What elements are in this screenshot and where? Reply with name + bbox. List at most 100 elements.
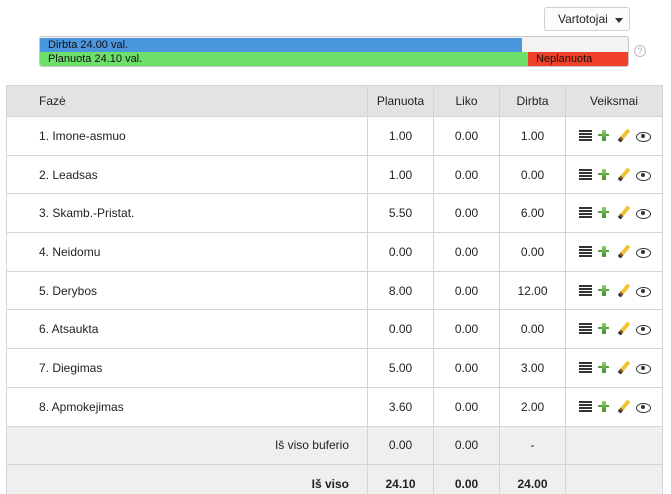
left-hours-cell: 0.00	[433, 232, 500, 272]
users-dropdown-label: Vartotojai	[558, 12, 608, 26]
worked-hours-cell: 0.00	[499, 232, 566, 272]
tree-icon[interactable]	[597, 322, 611, 336]
pencil-icon[interactable]	[616, 245, 630, 259]
left-hours-cell: 0.00	[433, 116, 500, 156]
table-header-row: Fazė Planuota Liko Dirbta Veiksmai	[6, 85, 663, 117]
phase-name-cell: 6. Atsaukta	[6, 309, 368, 350]
left-hours-cell: 0.00	[433, 386, 500, 427]
tree-icon[interactable]	[597, 245, 611, 259]
left-hours-cell: 0.00	[433, 193, 500, 234]
buffer-actions-empty	[565, 425, 663, 466]
column-header-phase[interactable]: Fazė	[6, 85, 368, 117]
list-icon[interactable]	[578, 361, 592, 375]
row-actions-cell	[565, 193, 663, 234]
buffer-total-label: Iš viso buferio	[6, 425, 368, 466]
phase-name-cell: 7. Diegimas	[6, 348, 368, 388]
table-row: 6. Atsaukta 0.00 0.00 0.00	[6, 309, 663, 350]
worked-hours-cell: 0.00	[499, 309, 566, 350]
help-icon[interactable]: ?	[634, 45, 646, 57]
row-actions-cell	[565, 154, 663, 195]
left-hours-cell: 0.00	[433, 309, 500, 350]
pencil-icon[interactable]	[616, 284, 630, 298]
planned-hours-cell: 0.00	[367, 232, 434, 272]
row-actions-cell	[565, 270, 663, 311]
planned-hours-cell: 5.50	[367, 193, 434, 234]
phase-name-cell: 8. Apmokejimas	[6, 386, 368, 427]
list-icon[interactable]	[578, 284, 592, 298]
row-actions-cell	[565, 309, 663, 350]
total-actions-empty	[565, 464, 663, 494]
row-actions-cell	[565, 116, 663, 156]
pencil-icon[interactable]	[616, 361, 630, 375]
eye-icon[interactable]	[635, 206, 651, 220]
pencil-icon[interactable]	[616, 168, 630, 182]
planned-hours-cell: 0.00	[367, 309, 434, 350]
buffer-planned: 0.00	[367, 425, 434, 466]
total-planned: 24.10	[367, 464, 434, 494]
list-icon[interactable]	[578, 129, 592, 143]
list-icon[interactable]	[578, 206, 592, 220]
column-header-planned[interactable]: Planuota	[367, 85, 434, 117]
total-worked: 24.00	[499, 464, 566, 494]
worked-hours-cell: 0.00	[499, 154, 566, 195]
eye-icon[interactable]	[635, 322, 651, 336]
planned-hours-cell: 3.60	[367, 386, 434, 427]
list-icon[interactable]	[578, 245, 592, 259]
left-hours-cell: 0.00	[433, 154, 500, 195]
pencil-icon[interactable]	[616, 129, 630, 143]
planned-hours-cell: 8.00	[367, 270, 434, 311]
phase-name-cell: 4. Neidomu	[6, 232, 368, 272]
column-header-left[interactable]: Liko	[433, 85, 500, 117]
buffer-worked: -	[499, 425, 566, 466]
phase-name-cell: 1. Imone-asmuo	[6, 116, 368, 156]
table-row: 3. Skamb.-Pristat. 5.50 0.00 6.00	[6, 193, 663, 234]
list-icon[interactable]	[578, 400, 592, 414]
worked-hours-cell: 6.00	[499, 193, 566, 234]
tree-icon[interactable]	[597, 206, 611, 220]
left-hours-cell: 0.00	[433, 348, 500, 388]
grand-total-row: Iš viso 24.10 0.00 24.00	[6, 464, 663, 494]
eye-icon[interactable]	[635, 129, 651, 143]
pencil-icon[interactable]	[616, 322, 630, 336]
phase-name-cell: 5. Derybos	[6, 270, 368, 311]
tree-icon[interactable]	[597, 400, 611, 414]
chevron-down-icon	[615, 18, 623, 23]
table-row: 4. Neidomu 0.00 0.00 0.00	[6, 232, 663, 272]
column-header-worked[interactable]: Dirbta	[499, 85, 566, 117]
worked-hours-bar: Dirbta 24.00 val.	[40, 38, 522, 52]
column-header-actions: Veiksmai	[565, 85, 663, 117]
pencil-icon[interactable]	[616, 206, 630, 220]
tree-icon[interactable]	[597, 361, 611, 375]
tree-icon[interactable]	[597, 129, 611, 143]
eye-icon[interactable]	[635, 245, 651, 259]
planned-hours-cell: 5.00	[367, 348, 434, 388]
planned-hours-bar: Planuota 24.10 val.	[40, 52, 528, 66]
phase-name-cell: 3. Skamb.-Pristat.	[6, 193, 368, 234]
tree-icon[interactable]	[597, 168, 611, 182]
planned-hours-cell: 1.00	[367, 116, 434, 156]
table-row: 8. Apmokejimas 3.60 0.00 2.00	[6, 386, 663, 427]
grand-total-label: Iš viso	[6, 464, 368, 494]
row-actions-cell	[565, 348, 663, 388]
pencil-icon[interactable]	[616, 400, 630, 414]
table-row: 5. Derybos 8.00 0.00 12.00	[6, 270, 663, 311]
planned-hours-cell: 1.00	[367, 154, 434, 195]
buffer-left: 0.00	[433, 425, 500, 466]
list-icon[interactable]	[578, 322, 592, 336]
eye-icon[interactable]	[635, 168, 651, 182]
row-actions-cell	[565, 232, 663, 272]
eye-icon[interactable]	[635, 361, 651, 375]
users-dropdown-button[interactable]: Vartotojai	[544, 7, 630, 31]
eye-icon[interactable]	[635, 400, 651, 414]
left-hours-cell: 0.00	[433, 270, 500, 311]
table-row: 7. Diegimas 5.00 0.00 3.00	[6, 348, 663, 388]
tree-icon[interactable]	[597, 284, 611, 298]
table-row: 1. Imone-asmuo 1.00 0.00 1.00	[6, 116, 663, 156]
unplanned-hours-bar: Neplanuota	[528, 52, 628, 66]
eye-icon[interactable]	[635, 284, 651, 298]
list-icon[interactable]	[578, 168, 592, 182]
buffer-total-row: Iš viso buferio 0.00 0.00 -	[6, 425, 663, 466]
phases-table: Fazė Planuota Liko Dirbta Veiksmai 1. Im…	[6, 85, 663, 494]
worked-hours-cell: 1.00	[499, 116, 566, 156]
total-left: 0.00	[433, 464, 500, 494]
